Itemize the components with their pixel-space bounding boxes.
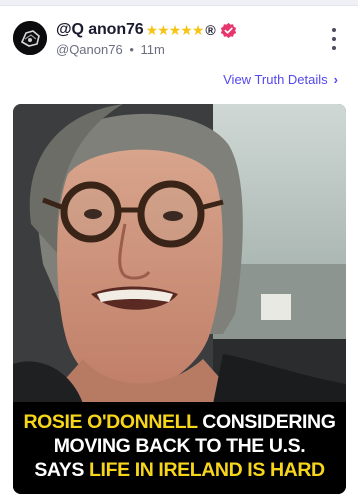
view-truth-details-link[interactable]: View Truth Details › — [223, 72, 338, 87]
top-divider — [0, 0, 358, 6]
caption-highlight-quote: LIFE IN IRELAND IS HARD — [89, 459, 325, 481]
more-vertical-icon — [332, 28, 336, 32]
avatar[interactable] — [13, 21, 47, 55]
more-options-button[interactable] — [330, 28, 338, 50]
avatar-image — [13, 21, 47, 55]
meta-separator: • — [129, 42, 134, 57]
name-row: @Q anon76 ★★★★★ ® — [56, 20, 237, 40]
verified-badge-icon — [220, 22, 237, 39]
post-media-video-thumbnail[interactable]: ROSIE O'DONNELL CONSIDERING MOVING BACK … — [13, 104, 346, 494]
user-handle[interactable]: @Qanon76 — [56, 42, 123, 57]
post-timestamp[interactable]: 11m — [141, 42, 165, 57]
display-name[interactable]: @Q anon76 — [56, 21, 144, 39]
caption-line-1-rest: CONSIDERING — [197, 411, 336, 433]
registered-mark: ® — [205, 22, 216, 38]
video-caption: ROSIE O'DONNELL CONSIDERING MOVING BACK … — [13, 402, 346, 494]
caption-line-3-lead: SAYS — [34, 459, 90, 481]
view-details-label: View Truth Details — [223, 72, 328, 87]
post-meta: @Qanon76 • 11m — [56, 42, 165, 57]
rating-stars: ★★★★★ — [145, 21, 205, 38]
caption-highlight-name: ROSIE O'DONNELL — [23, 411, 198, 433]
post-header: @Q anon76 ★★★★★ ® @Qanon76 • 11m — [0, 14, 358, 64]
chevron-right-icon: › — [333, 72, 338, 87]
caption-line-3: SAYS LIFE IN IRELAND IS HARD — [13, 458, 346, 482]
caption-line-1: ROSIE O'DONNELL CONSIDERING — [13, 410, 346, 434]
caption-line-2: MOVING BACK TO THE U.S. — [53, 435, 306, 457]
